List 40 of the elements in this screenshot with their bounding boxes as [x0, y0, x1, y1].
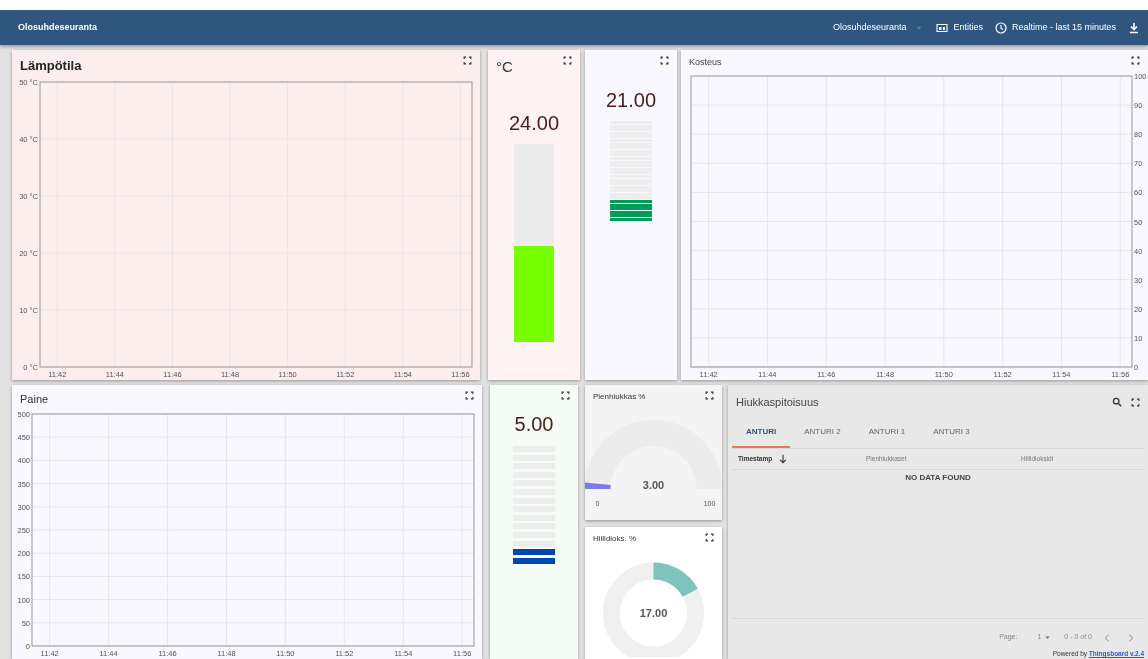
gauge-value: 5.00 — [513, 414, 555, 434]
tab[interactable]: ANTURI 1 — [854, 416, 920, 448]
search-icon[interactable] — [1112, 397, 1122, 408]
tab[interactable]: ANTURI 3 — [919, 416, 984, 448]
screen-icon — [936, 21, 949, 34]
fullscreen-icon[interactable] — [463, 56, 472, 65]
empty-message: NO DATA FOUND — [904, 471, 972, 484]
tab[interactable]: ANTURI 2 — [790, 416, 855, 448]
fullscreen-icon[interactable] — [705, 533, 714, 542]
sort-arrow-icon[interactable] — [778, 453, 789, 464]
entities-button[interactable]: Entities — [936, 20, 983, 35]
fullscreen-icon[interactable] — [561, 391, 570, 400]
download-icon[interactable] — [1128, 21, 1140, 34]
donut-fill — [653, 562, 698, 598]
gauge-value: 21.00 — [604, 90, 658, 110]
gauge-value: 24.00 — [507, 112, 561, 133]
fullscreen-icon[interactable] — [465, 391, 474, 400]
gauge-value: 17.00 — [639, 607, 668, 619]
led-bar-fill — [513, 549, 555, 564]
widget-title: Lämpötila — [20, 57, 82, 75]
fullscreen-icon[interactable] — [705, 391, 714, 400]
chevron-right-icon — [1126, 633, 1136, 643]
chevron-left-icon — [1102, 633, 1112, 643]
widget-title: Hiukkaspitoisuus — [736, 395, 819, 410]
fullscreen-icon[interactable] — [1131, 397, 1140, 407]
fullscreen-icon[interactable] — [660, 56, 669, 65]
clock-icon — [994, 21, 1007, 34]
dashboard-select[interactable]: Olosuhdeseuranta — [832, 20, 925, 35]
led-bar-fill — [610, 200, 652, 222]
unit-label: °C — [496, 57, 513, 77]
gauge-value: 3.00 — [642, 479, 665, 491]
dashboard-title: Olosuhdeseuranta — [18, 20, 98, 34]
timewindow-button[interactable]: Realtime - last 15 minutes — [994, 20, 1116, 35]
widget-title: Kosteus — [689, 56, 722, 69]
tab[interactable]: ANTURI — [732, 416, 791, 448]
widget-title: Paine — [20, 392, 49, 407]
widget-title: Hiilidioks. % — [593, 533, 637, 545]
fullscreen-icon[interactable] — [563, 56, 572, 65]
widget-title: Pienhiukkas % — [593, 391, 646, 403]
fullscreen-icon[interactable] — [1131, 56, 1140, 65]
